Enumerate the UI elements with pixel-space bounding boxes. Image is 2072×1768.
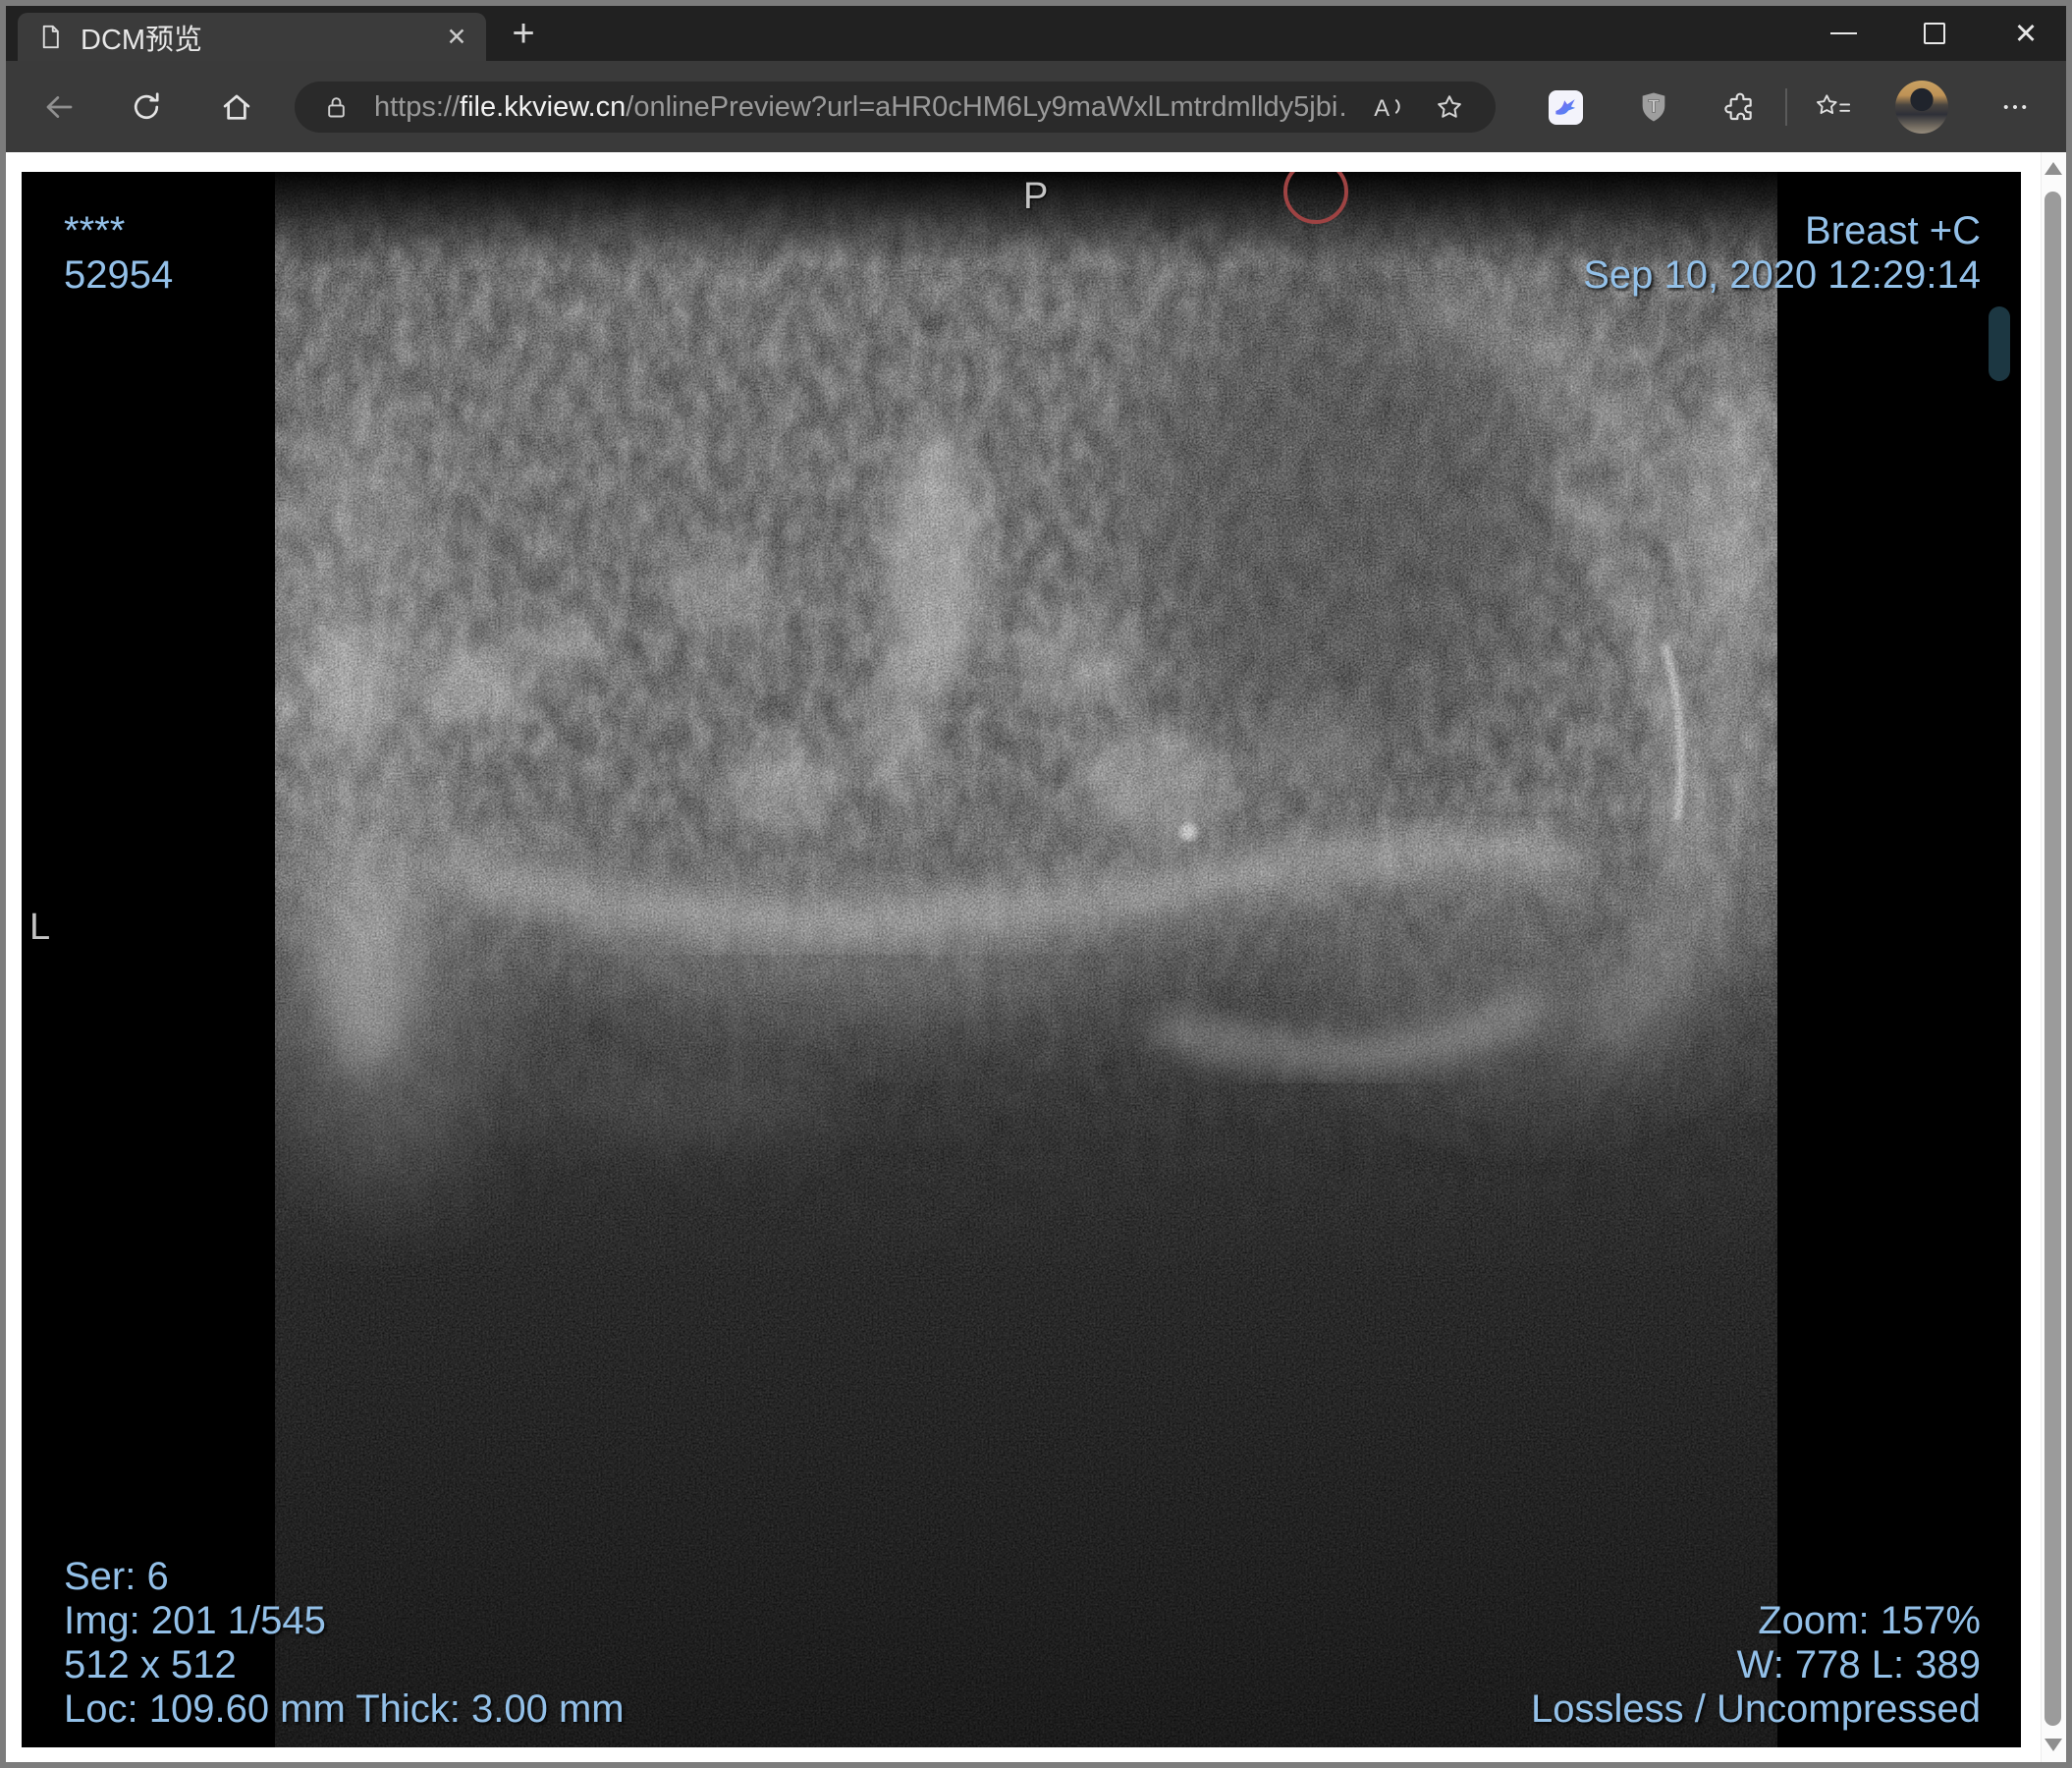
extensions-button[interactable] (1718, 85, 1762, 129)
close-button[interactable]: ✕ (1995, 6, 2056, 61)
lock-icon (328, 96, 345, 117)
zoom-level: Zoom: 157% (1758, 1599, 1981, 1642)
new-tab-button[interactable]: + (501, 12, 546, 57)
tab-title: DCM预览 (81, 24, 203, 56)
title-bar: DCM预览 ✕ + ✕ (6, 6, 2066, 61)
svg-text:T: T (1648, 96, 1660, 117)
refresh-icon (134, 92, 159, 120)
image-matrix: 512 x 512 (64, 1643, 237, 1686)
url-domain: file.kkview.cn (460, 90, 627, 123)
patient-id: 52954 (64, 253, 174, 297)
minimize-button[interactable] (1813, 6, 1874, 61)
toolbar-divider (1785, 88, 1787, 126)
star-icon (1438, 95, 1461, 118)
back-button[interactable] (38, 86, 80, 128)
scroll-down-arrow[interactable] (2045, 1739, 2062, 1751)
dicom-viewer[interactable]: **** 52954 Breast +C Sep 10, 2020 12:29:… (22, 172, 2021, 1747)
puzzle-icon (1724, 92, 1752, 121)
star-list-icon (1816, 94, 1851, 115)
screen: { "chrome": { "tab_title": "DCM预览", "tab… (0, 0, 2072, 1768)
study-info-overlay: Breast +C Sep 10, 2020 12:29:14 (1583, 209, 1981, 298)
vertical-scrollbar[interactable] (2041, 152, 2066, 1762)
scrollbar-thumb[interactable] (2045, 192, 2061, 1726)
mri-image (275, 172, 1777, 1747)
read-aloud-button[interactable]: A (1368, 87, 1409, 127)
svg-text:A: A (1374, 95, 1390, 122)
compression-info: Lossless / Uncompressed (1531, 1687, 1981, 1731)
browser-window: DCM预览 ✕ + ✕ https://file.kkview.cn/onlin… (0, 0, 2072, 1768)
add-favorite-button[interactable] (1429, 87, 1470, 127)
image-number: Img: 201 1/545 (64, 1599, 326, 1642)
home-icon (223, 94, 250, 120)
tampermonkey-extension-button[interactable]: T (1632, 85, 1675, 129)
browser-tab[interactable]: DCM预览 ✕ (18, 13, 486, 61)
read-aloud-icon: A (1374, 95, 1400, 122)
url-path: /onlinePreview?url=aHR0cHM6Ly9maWxlLmtrd… (626, 90, 1346, 123)
refresh-button[interactable] (126, 86, 167, 128)
series-scrollbar-thumb[interactable] (1989, 306, 2010, 381)
minimize-icon (1829, 32, 1857, 34)
study-description: Breast +C (1805, 209, 1981, 252)
study-datetime: Sep 10, 2020 12:29:14 (1583, 253, 1981, 297)
favorites-button[interactable] (1811, 85, 1854, 129)
url-text[interactable]: https://file.kkview.cn/onlinePreview?url… (374, 91, 1346, 124)
series-info-overlay: Ser: 6 Img: 201 1/545 512 x 512 Loc: 109… (64, 1555, 625, 1732)
arrow-left-icon (46, 96, 73, 118)
url-scheme: https:// (374, 90, 461, 123)
settings-menu-button[interactable]: ••• (1991, 86, 2043, 128)
document-icon (42, 25, 59, 49)
address-bar[interactable]: https://file.kkview.cn/onlinePreview?url… (295, 82, 1496, 133)
scroll-up-arrow[interactable] (2045, 162, 2062, 175)
page-background: **** 52954 Breast +C Sep 10, 2020 12:29:… (6, 152, 2066, 1762)
maximize-button[interactable] (1904, 6, 1965, 61)
slice-location: Loc: 109.60 mm Thick: 3.00 mm (64, 1687, 625, 1731)
shield-icon: T (1642, 92, 1665, 122)
home-button[interactable] (216, 86, 257, 128)
profile-avatar[interactable] (1895, 81, 1948, 134)
bird-icon (1548, 89, 1583, 125)
display-info-overlay: Zoom: 157% W: 778 L: 389 Lossless / Unco… (1531, 1599, 1981, 1732)
orientation-posterior-label: P (1023, 176, 1049, 217)
tab-close-button[interactable]: ✕ (441, 22, 472, 53)
maximize-icon (1924, 23, 1945, 44)
series-number: Ser: 6 (64, 1555, 169, 1598)
patient-name-masked: **** (64, 209, 126, 252)
window-level: W: 778 L: 389 (1736, 1643, 1981, 1686)
orientation-left-label: L (29, 907, 51, 948)
navigation-toolbar: https://file.kkview.cn/onlinePreview?url… (6, 61, 2066, 152)
extension-thunder-button[interactable] (1544, 85, 1587, 129)
patient-info-overlay: **** 52954 (64, 209, 173, 298)
